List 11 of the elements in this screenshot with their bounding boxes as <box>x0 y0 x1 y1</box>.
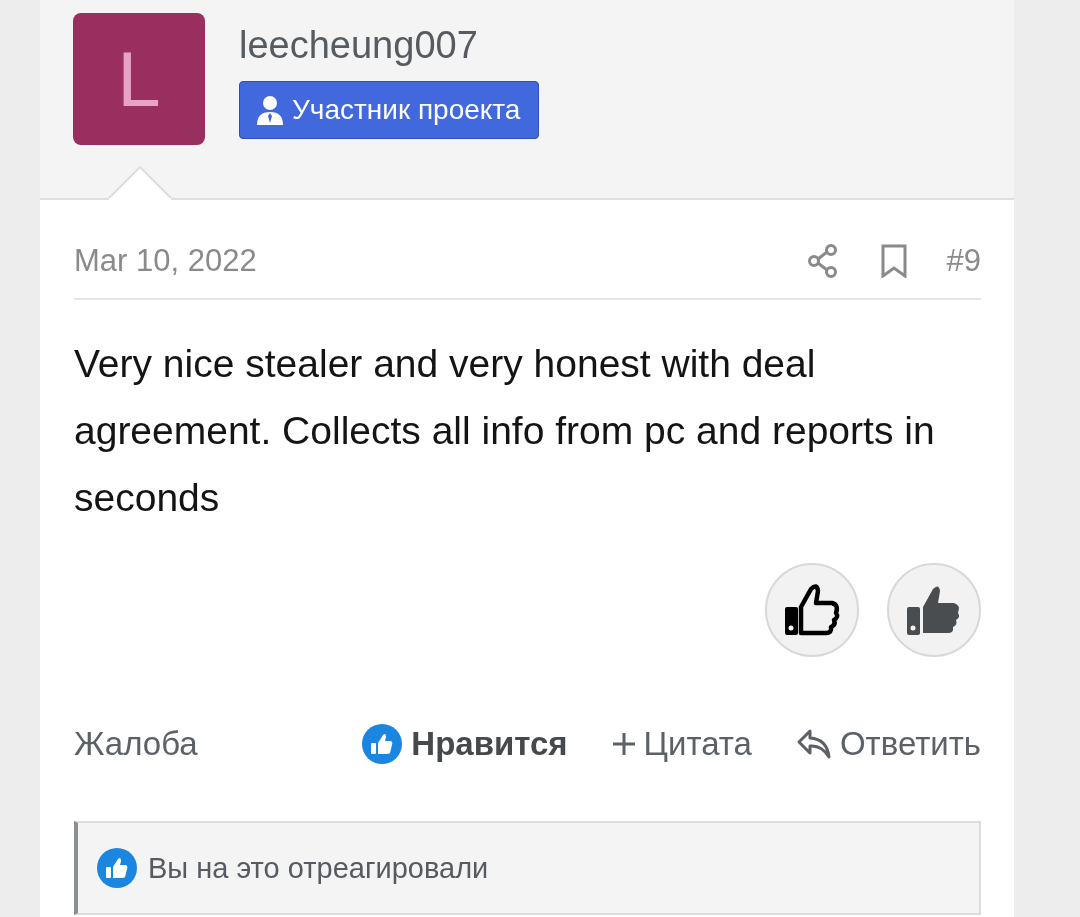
user-badge: Участник проекта <box>239 81 540 139</box>
action-link[interactable]: Цитата <box>611 725 752 763</box>
action-link[interactable]: Ответить <box>795 725 981 763</box>
reactions-text[interactable]: Вы на это отреагировали <box>148 851 489 885</box>
action-link[interactable]: Нравится <box>361 723 568 765</box>
avatar[interactable]: L <box>73 13 205 145</box>
username[interactable]: leecheung007 <box>239 23 478 67</box>
post-date[interactable]: Mar 10, 2022 <box>74 243 765 279</box>
post-number[interactable]: #9 <box>946 243 981 279</box>
post-text: Very nice stealer and very honest with deal agreement. Collects all info from pc and reports in seconds <box>74 341 936 521</box>
action-link[interactable]: Жалоба <box>74 725 198 763</box>
